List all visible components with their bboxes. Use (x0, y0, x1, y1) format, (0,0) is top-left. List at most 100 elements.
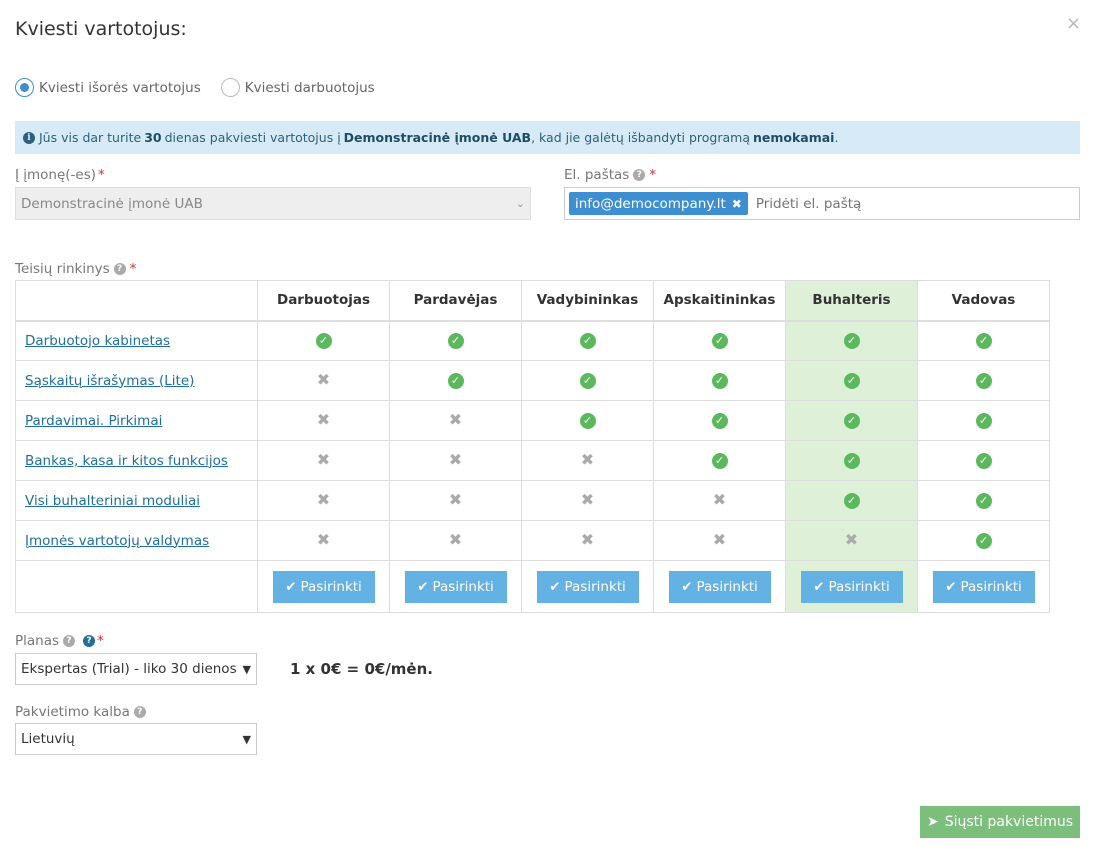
module-link[interactable]: Įmonės vartotojų valdymas (25, 533, 209, 549)
info-banner: i Jūs vis dar turite 30 dienas pakviesti… (15, 121, 1080, 154)
table-cell: ✖ (389, 520, 522, 561)
check-icon: ✓ (975, 413, 992, 429)
table-cell: ✖ (389, 400, 522, 441)
email-input[interactable] (753, 194, 1075, 213)
help-icon[interactable]: ? (133, 706, 146, 718)
required-mark: * (129, 261, 137, 277)
table-cell: ✓ (521, 320, 654, 361)
module-link[interactable]: Bankas, kasa ir kitos funkcijos (25, 453, 228, 469)
role-header: Darbuotojas (257, 280, 390, 322)
table-cell: ✓ (917, 320, 1050, 361)
chevron-down-icon: ▼ (242, 732, 251, 746)
check-icon: ✓ (447, 373, 464, 389)
module-link[interactable]: Sąskaitų išrašymas (Lite) (25, 373, 194, 389)
table-cell: ✖ (257, 360, 390, 401)
select-role-button[interactable]: ✔ Pasirinkti (404, 570, 507, 603)
required-mark: * (649, 167, 657, 183)
table-cell: ✔ Pasirinkti (785, 560, 918, 613)
table-cell: ✓ (653, 320, 786, 361)
select-role-button[interactable]: ✔ Pasirinkti (800, 570, 903, 603)
table-cell: ✓ (917, 480, 1050, 521)
select-role-button[interactable]: ✔ Pasirinkti (272, 570, 375, 603)
check-icon: ✔ (813, 578, 825, 595)
check-icon: ✔ (285, 578, 297, 595)
table-cell: ✓ (257, 320, 390, 361)
select-role-label: Pasirinkti (696, 578, 758, 595)
send-invitations-button[interactable]: ➤ Siųsti pakvietimus (920, 806, 1080, 838)
invite-type-group: Kviesti išorės vartotojus Kviesti darbuo… (15, 78, 395, 97)
select-role-button[interactable]: ✔ Pasirinkti (536, 570, 639, 603)
check-icon: ✓ (975, 453, 992, 469)
radio-employees[interactable]: Kviesti darbuotojus (220, 78, 375, 97)
table-cell: Darbuotojo kabinetas (15, 320, 258, 361)
table-cell: ✖ (653, 520, 786, 561)
help-icon[interactable]: ? (83, 635, 96, 647)
module-link[interactable]: Pardavimai. Pirkimai (25, 413, 162, 429)
select-role-button[interactable]: ✔ Pasirinkti (668, 570, 771, 603)
email-field[interactable]: info@democompany.lt ✖ (564, 187, 1080, 220)
check-icon: ✓ (711, 413, 728, 429)
cross-icon: ✖ (448, 450, 463, 469)
plan-select-value: Ekspertas (Trial) - liko 30 dienos (21, 661, 237, 677)
help-icon[interactable]: ? (63, 635, 76, 647)
table-cell: ✔ Pasirinkti (257, 560, 390, 613)
table-cell: ✖ (389, 480, 522, 521)
permissions-label: Teisių rinkinys ? * (15, 261, 136, 277)
permissions-table: Darbuotojas Pardavėjas Vadybininkas Apsk… (15, 280, 1050, 613)
check-icon: ✓ (843, 493, 860, 509)
info-text-4: . (834, 130, 839, 145)
company-label-text: Į įmonę(-es) (15, 167, 97, 183)
table-cell: ✔ Pasirinkti (389, 560, 522, 613)
cross-icon: ✖ (316, 530, 331, 549)
table-row: Sąskaitų išrašymas (Lite) ✖ ✓ ✓ ✓ ✓ ✓ (15, 360, 1050, 401)
select-role-label: Pasirinkti (300, 578, 362, 595)
radio-external-users-button[interactable] (15, 78, 34, 97)
select-role-label: Pasirinkti (432, 578, 494, 595)
info-text-2: dienas pakviesti vartotojus į (164, 130, 341, 145)
table-cell: ✖ (257, 400, 390, 441)
info-free: nemokamai (752, 130, 835, 145)
table-row: ✔ Pasirinkti ✔ Pasirinkti ✔ Pasirinkti ✔ Pasiri… (15, 560, 1050, 613)
role-header: Vadovas (917, 280, 1050, 322)
cross-icon: ✖ (712, 530, 727, 549)
cross-icon: ✖ (316, 490, 331, 509)
table-cell: ✖ (653, 480, 786, 521)
table-cell: ✓ (521, 360, 654, 401)
cross-icon: ✖ (844, 530, 859, 549)
radio-employees-label: Kviesti darbuotojus (244, 79, 375, 96)
cross-icon: ✖ (316, 450, 331, 469)
language-select[interactable]: Lietuvių ▼ (15, 723, 257, 755)
close-icon[interactable]: × (1066, 14, 1081, 34)
help-icon[interactable]: ? (113, 263, 126, 275)
table-cell: ✓ (653, 360, 786, 401)
table-cell: Sąskaitų išrašymas (Lite) (15, 360, 258, 401)
check-icon: ✓ (711, 453, 728, 469)
table-cell: ✔ Pasirinkti (917, 560, 1050, 613)
table-cell: ✓ (917, 400, 1050, 441)
check-icon: ✔ (549, 578, 561, 595)
cross-icon: ✖ (316, 370, 331, 389)
check-icon: ✓ (843, 413, 860, 429)
help-icon[interactable]: ? (633, 169, 646, 181)
module-link[interactable]: Darbuotojo kabinetas (25, 333, 170, 349)
table-cell: ✓ (785, 440, 918, 481)
company-select-value: Demonstracinė įmonė UAB (21, 195, 203, 212)
module-link[interactable]: Visi buhalteriniai moduliai (25, 493, 200, 509)
remove-tag-icon[interactable]: ✖ (732, 197, 742, 211)
plan-select[interactable]: Ekspertas (Trial) - liko 30 dienos ▼ (15, 653, 257, 685)
check-icon: ✓ (843, 373, 860, 389)
cross-icon: ✖ (448, 530, 463, 549)
select-role-button[interactable]: ✔ Pasirinkti (932, 570, 1035, 603)
check-icon: ✓ (447, 333, 464, 350)
plan-label: Planas ? ? * (15, 633, 104, 649)
role-header: Vadybininkas (521, 280, 654, 322)
chevron-down-icon: ⌄ (515, 197, 525, 210)
radio-external-users[interactable]: Kviesti išorės vartotojus (15, 78, 201, 97)
table-cell: ✓ (917, 360, 1050, 401)
company-label: Į įmonę(-es) * (15, 167, 105, 183)
table-header-row: Darbuotojas Pardavėjas Vadybininkas Apsk… (15, 280, 1050, 322)
table-row: Darbuotojo kabinetas ✓ ✓ ✓ ✓ ✓ ✓ (15, 320, 1050, 361)
company-select[interactable]: Demonstracinė įmonė UAB ⌄ (15, 187, 531, 220)
table-cell: ✓ (785, 400, 918, 441)
radio-employees-button[interactable] (220, 78, 240, 97)
